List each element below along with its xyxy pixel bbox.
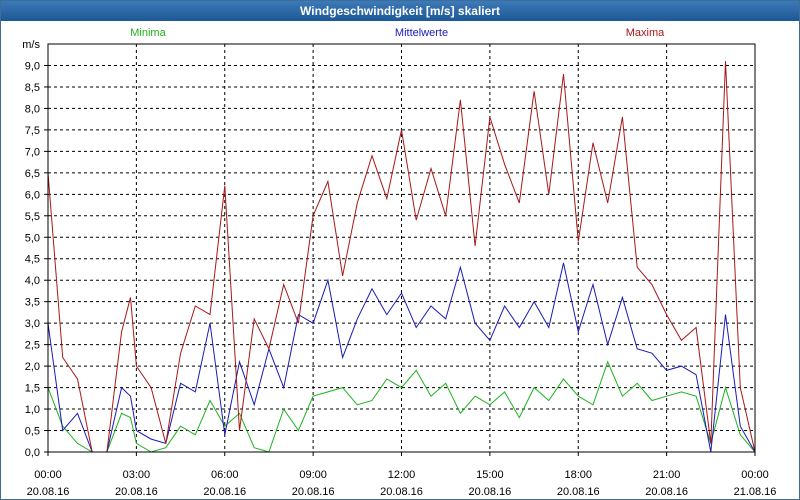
- y-tick-label: 8,5: [25, 82, 40, 94]
- y-tick-label: 5,0: [25, 232, 40, 244]
- y-tick-label: 1,0: [25, 404, 40, 416]
- line-chart: 0,0 0,5 1,0 1,5 2,0 2,5 3,0 3,5 4,0 4,5 5,0 5,5 6,0 6…: [22, 27, 776, 498]
- y-tick-label: 1,5: [25, 383, 40, 395]
- y-tick-label: 9,0: [25, 60, 40, 72]
- x-tick-date: 20.08.16: [203, 486, 246, 498]
- y-tick-label: 6,5: [25, 168, 40, 180]
- y-tick-label: 3,5: [25, 297, 40, 309]
- x-tick-date: 20.08.16: [115, 486, 158, 498]
- legend-maxima: Maxima: [626, 27, 665, 39]
- legend: Minima Mittelwerte Maxima: [130, 27, 665, 39]
- x-tick-date: 20.08.16: [468, 486, 511, 498]
- x-tick-time: 00:00: [741, 469, 769, 481]
- y-tick-label: 7,0: [25, 146, 40, 158]
- x-tick-time: 00:00: [34, 469, 62, 481]
- y-tick-label: 5,5: [25, 211, 40, 223]
- x-tick-time: 09:00: [299, 469, 327, 481]
- legend-minima: Minima: [130, 27, 166, 39]
- y-tick-label: 0,0: [25, 447, 40, 459]
- x-tick-time: 03:00: [123, 469, 151, 481]
- y-tick-label: 3,0: [25, 318, 40, 330]
- chart-window: Windgeschwindigkeit [m/s] skaliert 0,0 0,…: [0, 0, 800, 500]
- y-tick-label: 2,0: [25, 361, 40, 373]
- x-tick-time: 15:00: [476, 469, 504, 481]
- legend-mittelwerte: Mittelwerte: [395, 27, 448, 39]
- grid: [48, 44, 755, 452]
- x-tick-time: 21:00: [653, 469, 681, 481]
- x-tick-date: 21.08.16: [734, 486, 777, 498]
- y-tick-label: 7,5: [25, 125, 40, 137]
- y-tick-label: 6,0: [25, 189, 40, 201]
- x-tick-date: 20.08.16: [645, 486, 688, 498]
- y-tick-label: 2,5: [25, 340, 40, 352]
- y-tick-label: 4,0: [25, 275, 40, 287]
- x-tick-date: 20.08.16: [292, 486, 335, 498]
- x-tick-time: 18:00: [564, 469, 592, 481]
- y-tick-label: 0,5: [25, 426, 40, 438]
- x-tick-date: 20.08.16: [27, 486, 70, 498]
- x-tick-time: 06:00: [211, 469, 239, 481]
- x-tick-date: 20.08.16: [380, 486, 423, 498]
- y-tick-label: 8,0: [25, 103, 40, 115]
- y-axis-label: m/s: [22, 39, 40, 51]
- x-tick-date: 20.08.16: [557, 486, 600, 498]
- axes: 0,0 0,5 1,0 1,5 2,0 2,5 3,0 3,5 4,0 4,5 5,0 5,5 6,0 6…: [22, 39, 776, 498]
- y-tick-label: 4,5: [25, 254, 40, 266]
- x-tick-time: 12:00: [388, 469, 416, 481]
